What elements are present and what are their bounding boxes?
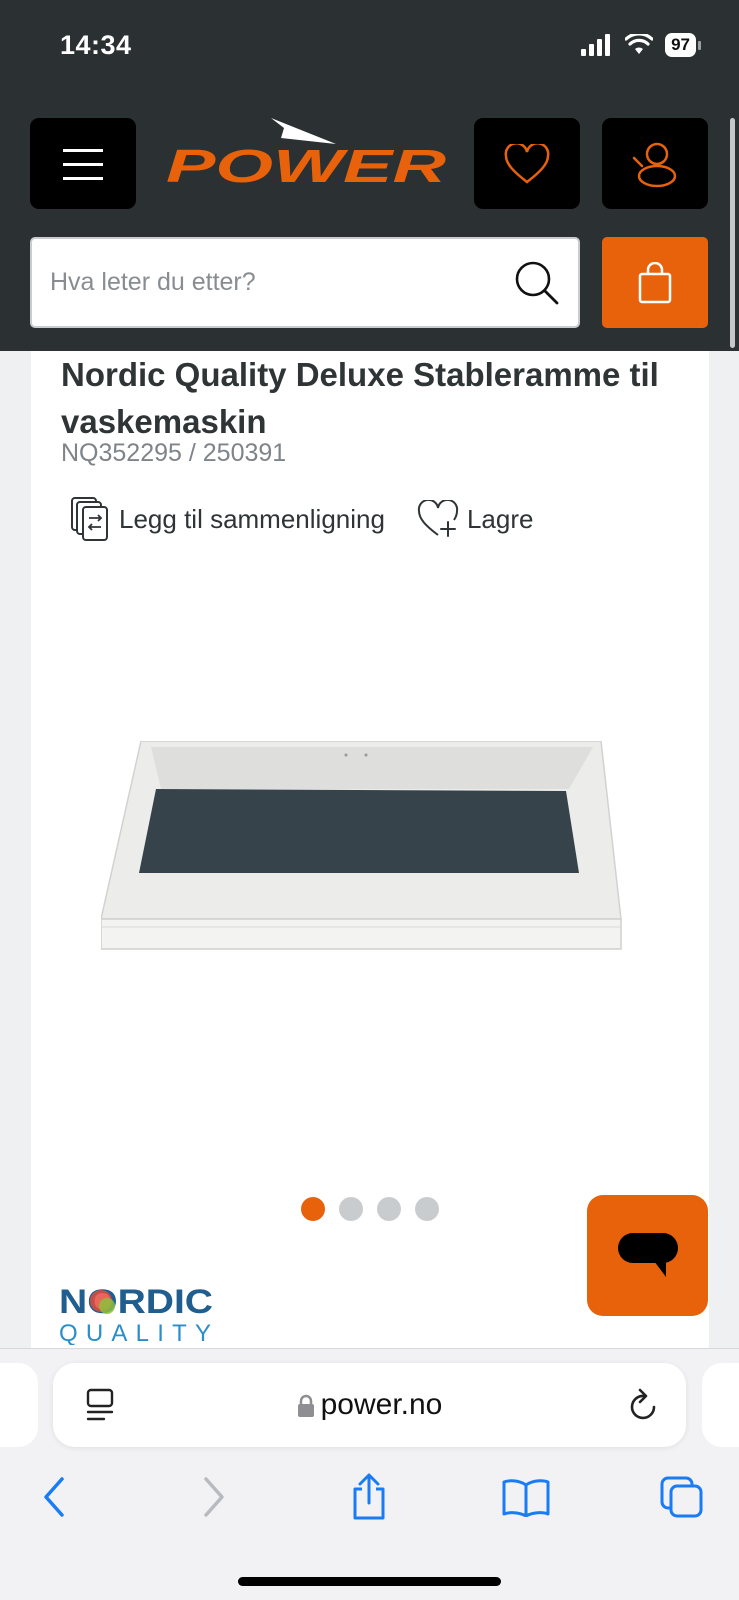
chat-icon — [617, 1232, 678, 1277]
home-indicator[interactable] — [238, 1577, 501, 1586]
carousel-dot[interactable] — [301, 1197, 325, 1221]
share-button[interactable] — [339, 1467, 399, 1527]
search-input[interactable] — [50, 268, 514, 297]
carousel-dot[interactable] — [377, 1197, 401, 1221]
tabs-icon — [660, 1476, 703, 1518]
account-icon — [632, 142, 677, 187]
carousel-dots — [301, 1197, 439, 1221]
search-box[interactable] — [30, 237, 580, 328]
back-icon — [44, 1477, 64, 1517]
heart-icon — [504, 143, 550, 184]
nordic-quality-logo[interactable]: NORDIC QUALITY — [59, 1279, 219, 1345]
bookmarks-icon — [502, 1479, 550, 1517]
logo-text: POWER — [166, 140, 446, 188]
bookmarks-button[interactable] — [496, 1467, 556, 1527]
carousel-dot[interactable] — [415, 1197, 439, 1221]
save-button[interactable]: Lagre — [417, 500, 534, 538]
reload-icon[interactable] — [628, 1387, 660, 1423]
product-sku: NQ352295 / 250391 — [61, 439, 287, 467]
battery-level: 97 — [665, 33, 696, 57]
battery-icon: 97 — [665, 33, 701, 57]
chat-button[interactable] — [587, 1195, 708, 1316]
compare-icon — [71, 497, 108, 541]
account-button[interactable] — [602, 118, 708, 209]
product-image[interactable] — [101, 741, 641, 981]
browser-toolbar — [0, 1467, 739, 1527]
url-text: power.no — [320, 1388, 443, 1421]
site-header: POWER — [0, 88, 739, 351]
status-indicators: 97 — [581, 33, 701, 57]
compare-button[interactable]: Legg til sammenligning — [71, 496, 385, 542]
signal-icon — [581, 34, 611, 56]
product-title: Nordic Quality Deluxe Stableramme til va… — [61, 356, 659, 440]
carousel-dot[interactable] — [339, 1197, 363, 1221]
page-scrollbar[interactable] — [730, 118, 735, 348]
next-tab[interactable] — [702, 1363, 739, 1447]
svg-text:NORDIC: NORDIC — [59, 1283, 213, 1321]
status-time: 14:34 — [60, 30, 132, 60]
wifi-icon — [625, 34, 654, 54]
save-label: Lagre — [466, 503, 534, 534]
favorites-button[interactable] — [474, 118, 580, 209]
forward-button[interactable] — [184, 1467, 244, 1527]
status-bar: 14:34 97 — [0, 0, 739, 88]
address-bar[interactable]: power.no — [53, 1363, 686, 1447]
previous-tab[interactable] — [0, 1363, 38, 1447]
heart-plus-icon — [417, 500, 459, 537]
cart-button[interactable] — [602, 237, 708, 328]
product-actions: Legg til sammenligning Lagre — [71, 496, 533, 542]
share-icon — [353, 1473, 385, 1520]
back-button[interactable] — [24, 1467, 84, 1527]
svg-text:QUALITY: QUALITY — [59, 1320, 211, 1345]
browser-chrome: power.no — [0, 1348, 739, 1600]
shopping-bag-icon — [638, 261, 672, 303]
menu-icon — [63, 148, 103, 180]
power-logo[interactable]: POWER — [166, 118, 451, 188]
forward-icon — [204, 1477, 224, 1517]
tabs-button[interactable] — [652, 1467, 712, 1527]
lock-icon — [297, 1394, 314, 1418]
menu-button[interactable] — [30, 118, 136, 209]
search-icon[interactable] — [514, 260, 560, 306]
url-display[interactable]: power.no — [53, 1388, 686, 1422]
compare-label: Legg til sammenligning — [119, 503, 385, 534]
